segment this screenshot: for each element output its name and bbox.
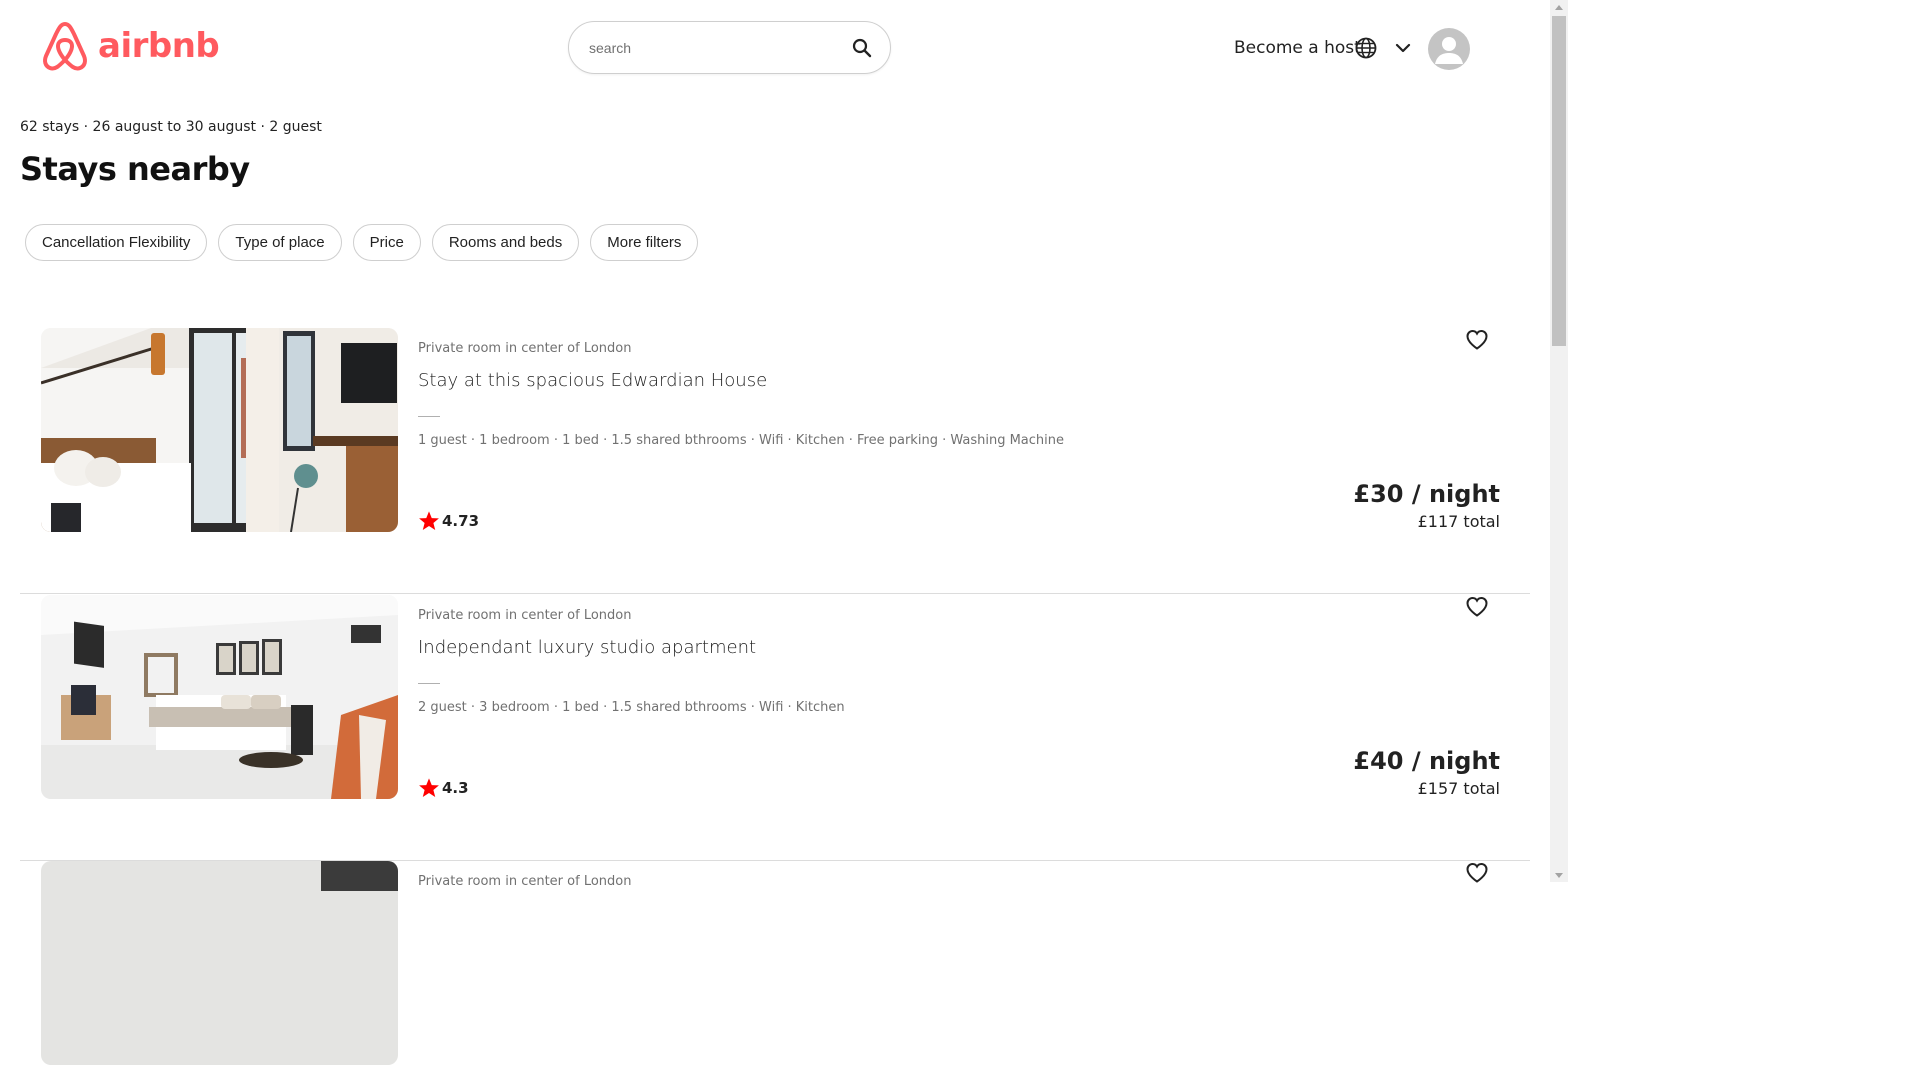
listing-type: Private room in center of London [418,874,632,889]
scroll-up-arrow-icon[interactable] [1550,0,1568,14]
rating-value: 4.73 [442,512,480,530]
listing-amenities: 2 guest · 3 bedroom · 1 bed · 1.5 shared… [418,700,845,715]
listing-total: £117 total [1417,512,1500,531]
heart-icon[interactable] [1465,861,1489,885]
airbnb-logo[interactable]: airbnb [40,20,220,72]
listing-rating: 4.73 [418,510,479,532]
star-icon [419,511,439,530]
listing-divider [418,683,440,684]
brand-name: airbnb [98,26,220,66]
rating-value: 4.3 [442,779,469,797]
globe-icon[interactable] [1355,37,1377,59]
listing-photo-image [41,861,398,1065]
listing-divider [418,416,440,417]
filter-bar: Cancellation Flexibility Type of place P… [25,224,699,261]
search-icon[interactable] [848,34,876,62]
listing-photo-image [41,328,398,532]
avatar[interactable] [1428,28,1470,70]
search-bar[interactable] [568,21,891,74]
listing-photo[interactable] [41,861,398,1065]
filter-more-filters[interactable]: More filters [590,224,699,261]
filter-cancellation-flexibility[interactable]: Cancellation Flexibility [25,224,208,261]
listing-name[interactable]: Stay at this spacious Edwardian House [418,370,767,391]
airbnb-logo-icon [43,22,87,71]
scrollbar[interactable] [1550,0,1568,882]
star-icon [419,778,439,797]
heart-icon[interactable] [1465,328,1489,352]
filter-price[interactable]: Price [352,224,421,261]
listing-price: £30 / night [1353,480,1500,508]
listing-photo-image [41,595,398,799]
listing-card[interactable]: Private room in center of London [20,861,1530,1080]
user-icon [1435,37,1463,64]
heart-icon[interactable] [1465,595,1489,619]
filter-rooms-and-beds[interactable]: Rooms and beds [431,224,580,261]
filter-type-of-place[interactable]: Type of place [218,224,342,261]
search-summary: 62 stays · 26 august to 30 august · 2 gu… [20,119,322,135]
listing-card[interactable]: Private room in center of London Stay at… [20,328,1530,594]
listing-photo[interactable] [41,595,398,799]
listing-price: £40 / night [1353,747,1500,775]
listing-card[interactable]: Private room in center of London Indepen… [20,595,1530,861]
become-host-link[interactable]: Become a host [1234,38,1361,58]
scrollbar-thumb[interactable] [1552,16,1566,346]
listing-type: Private room in center of London [418,608,632,623]
search-input[interactable] [589,39,848,56]
chevron-down-icon[interactable] [1395,40,1411,56]
listing-photo[interactable] [41,328,398,532]
page-title: Stays nearby [20,150,250,188]
listing-total: £157 total [1417,779,1500,798]
listing-name[interactable]: Independant luxury studio apartment [418,637,756,658]
listing-amenities: 1 guest · 1 bedroom · 1 bed · 1.5 shared… [418,433,1064,448]
listing-rating: 4.3 [418,777,469,799]
listing-type: Private room in center of London [418,341,632,356]
scroll-down-arrow-icon[interactable] [1550,868,1568,882]
